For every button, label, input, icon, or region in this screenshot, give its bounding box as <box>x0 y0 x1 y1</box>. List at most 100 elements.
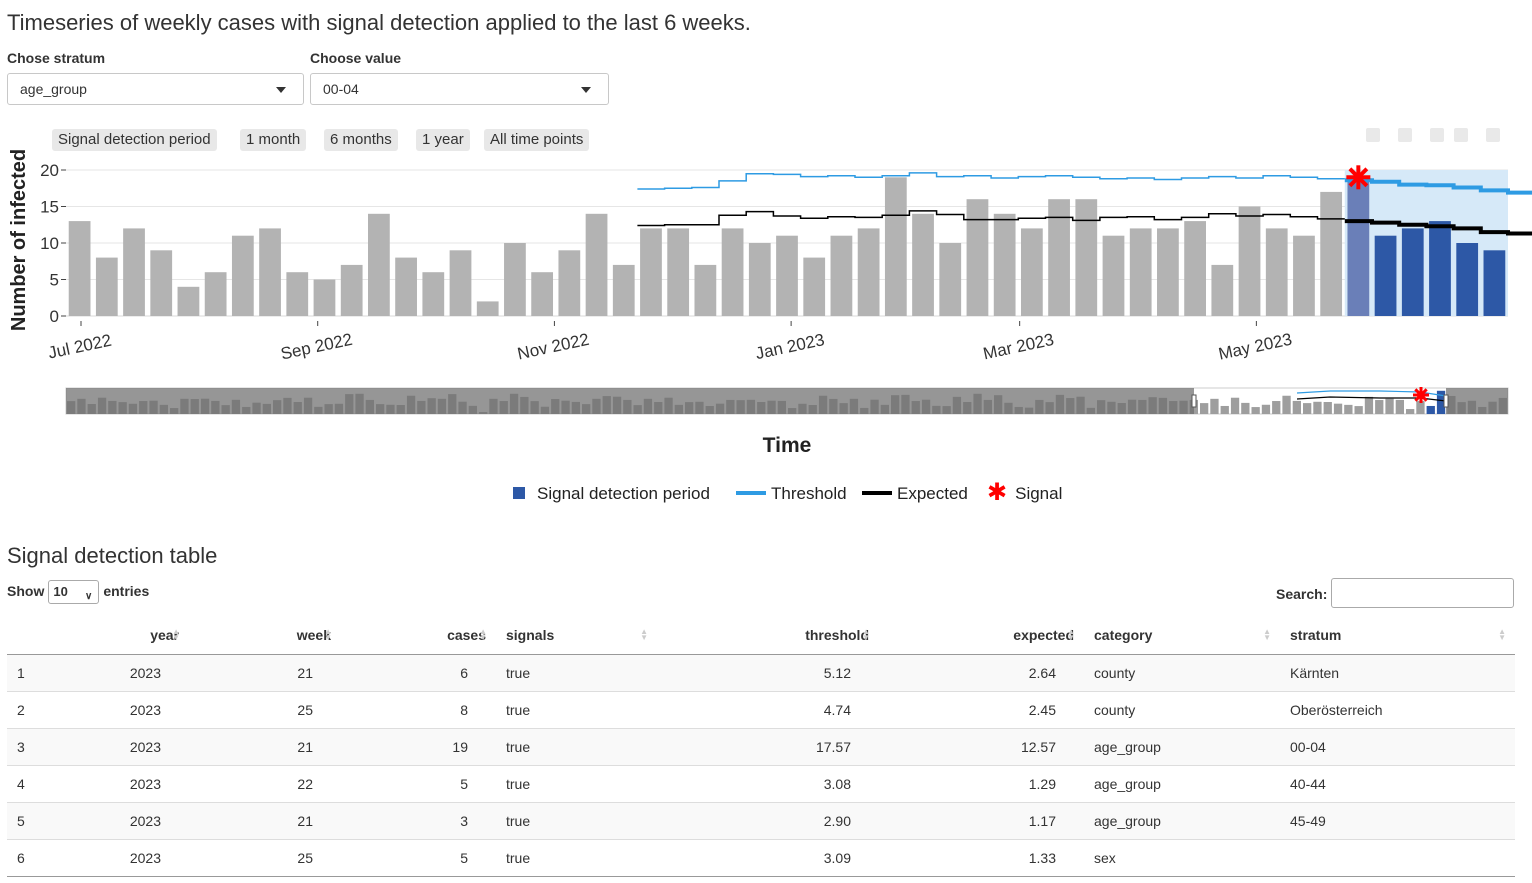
legend-item-expected[interactable]: Expected <box>862 484 968 504</box>
bar <box>95 257 118 316</box>
cell-category: age_group <box>1084 764 1280 802</box>
range-slider-handle-left <box>1191 394 1197 408</box>
timeseries-chart[interactable]: 0 5 10 15 20 Jul 2022 Sep 2022 Nov 2022 Jan 202… <box>0 120 1532 465</box>
bar <box>177 286 200 316</box>
bar <box>150 250 173 316</box>
x-tick-label: Jan 2023 <box>754 330 826 363</box>
cell-stratum: 45-49 <box>1280 801 1515 839</box>
bar <box>884 177 907 316</box>
table-row[interactable]: 5 2023 21 3 true 2.90 1.17 age_group 45-49 <box>7 801 1515 839</box>
cell-week: 21 <box>189 801 341 839</box>
bar <box>857 228 880 316</box>
cell-cases: 19 <box>341 727 496 765</box>
col-year[interactable]: year ▲ ▼ <box>69 617 189 655</box>
mini-bar <box>1210 398 1219 414</box>
table-row[interactable]: 3 2023 21 19 true 17.57 12.57 age_group 00-04 <box>7 727 1515 765</box>
table-row[interactable]: 4 2023 22 5 true 3.08 1.29 age_group 40-44 <box>7 764 1515 802</box>
bar <box>422 272 445 316</box>
entries-label: entries <box>103 583 150 599</box>
bar <box>204 272 227 316</box>
length-select[interactable]: 10 ∨ <box>48 580 100 605</box>
sort-icon: ▲ ▼ <box>640 627 648 642</box>
cell-expected: 1.33 <box>879 838 1084 877</box>
search-input[interactable] <box>1331 578 1514 608</box>
value-label: Choose value <box>310 50 402 66</box>
y-axis-title: Number of infected <box>8 149 30 331</box>
bar <box>231 235 254 316</box>
page-title: Timeseries of weekly cases with signal d… <box>7 10 751 35</box>
bar <box>640 228 662 316</box>
bar <box>1211 264 1234 316</box>
mini-bar <box>1333 403 1343 414</box>
mini-bar <box>1282 395 1291 414</box>
x-tick-label: Nov 2022 <box>516 330 591 364</box>
bar <box>776 235 798 316</box>
cell-row-index: 1 <box>7 653 69 691</box>
cell-threshold: 17.57 <box>657 727 879 765</box>
value-select-value: 00-04 <box>323 81 359 97</box>
col-threshold[interactable]: threshold ▲ ▼ <box>657 617 879 655</box>
legend-item-signal[interactable]: ✱ Signal <box>987 480 1062 504</box>
cell-category: sex <box>1084 838 1280 877</box>
range-slider-handle-right <box>1443 394 1449 408</box>
cell-year: 2023 <box>69 690 189 728</box>
bar <box>1020 228 1043 316</box>
mini-bar <box>1426 405 1435 414</box>
table-row[interactable]: 1 2023 21 6 true 5.12 2.64 county Kärnten <box>7 653 1515 691</box>
bar <box>721 228 744 316</box>
col-expected[interactable]: expected ▲ ▼ <box>879 617 1084 655</box>
bar <box>476 301 499 316</box>
cell-row-index: 2 <box>7 690 69 728</box>
cell-year: 2023 <box>69 727 189 765</box>
bar <box>558 250 581 316</box>
mini-bar <box>1261 404 1271 414</box>
bar <box>612 264 635 316</box>
cell-week: 25 <box>189 838 341 877</box>
col-signals[interactable]: signals ▲ ▼ <box>496 617 657 655</box>
mini-bar <box>1303 403 1312 414</box>
bar <box>1238 206 1261 316</box>
col-week[interactable]: week ▲ ▼ <box>189 617 341 655</box>
table-row[interactable]: 6 2023 25 5 true 3.09 1.33 sex <box>7 838 1515 877</box>
cell-row-index: 4 <box>7 764 69 802</box>
bar <box>68 221 91 316</box>
bar <box>449 250 472 316</box>
bar <box>694 264 717 316</box>
cell-threshold: 3.09 <box>657 838 879 877</box>
cell-category: county <box>1084 690 1280 728</box>
cell-signals: true <box>496 801 657 839</box>
length-control: Show 10 ∨ entries <box>7 578 150 605</box>
legend-label: Threshold <box>771 484 847 503</box>
mini-bar <box>1313 401 1322 414</box>
value-select[interactable]: 00-04 <box>310 73 609 105</box>
bar <box>1483 250 1506 316</box>
col-stratum[interactable]: stratum ▲ ▼ <box>1280 617 1515 655</box>
table-row[interactable]: 2 2023 25 8 true 4.74 2.45 county Oberösterreich <box>7 690 1515 728</box>
bar <box>1265 228 1288 316</box>
col-index <box>7 617 69 655</box>
col-category[interactable]: category ▲ ▼ <box>1084 617 1280 655</box>
col-cases[interactable]: cases ▲ ▼ <box>341 617 496 655</box>
table-header-row: year ▲ ▼ week ▲ ▼ cases ▲ ▼ signals ▲ ▼ threshol… <box>7 617 1515 655</box>
cell-category: age_group <box>1084 801 1280 839</box>
bar <box>259 228 281 316</box>
legend-item-threshold[interactable]: Threshold <box>736 484 847 504</box>
legend-item-signal-period[interactable]: Signal detection period <box>513 484 710 504</box>
bar <box>286 272 309 316</box>
stratum-select[interactable]: age_group <box>7 73 304 105</box>
col-label: stratum <box>1290 627 1342 644</box>
cell-stratum: Oberösterreich <box>1280 690 1515 728</box>
legend-swatch <box>862 491 892 496</box>
cell-category: age_group <box>1084 727 1280 765</box>
cell-year: 2023 <box>69 764 189 802</box>
mini-bar <box>1220 405 1229 414</box>
mini-bar <box>1344 404 1353 414</box>
sort-icon: ▲ ▼ <box>862 627 870 642</box>
bar <box>1401 228 1424 316</box>
y-axis-title-wrap: Number of infected <box>8 149 30 331</box>
cell-signals: true <box>496 764 657 802</box>
cell-stratum: 40-44 <box>1280 764 1515 802</box>
cell-cases: 6 <box>341 653 496 691</box>
length-value: 10 <box>53 584 68 600</box>
chevron-down-icon: ∨ <box>85 591 93 603</box>
